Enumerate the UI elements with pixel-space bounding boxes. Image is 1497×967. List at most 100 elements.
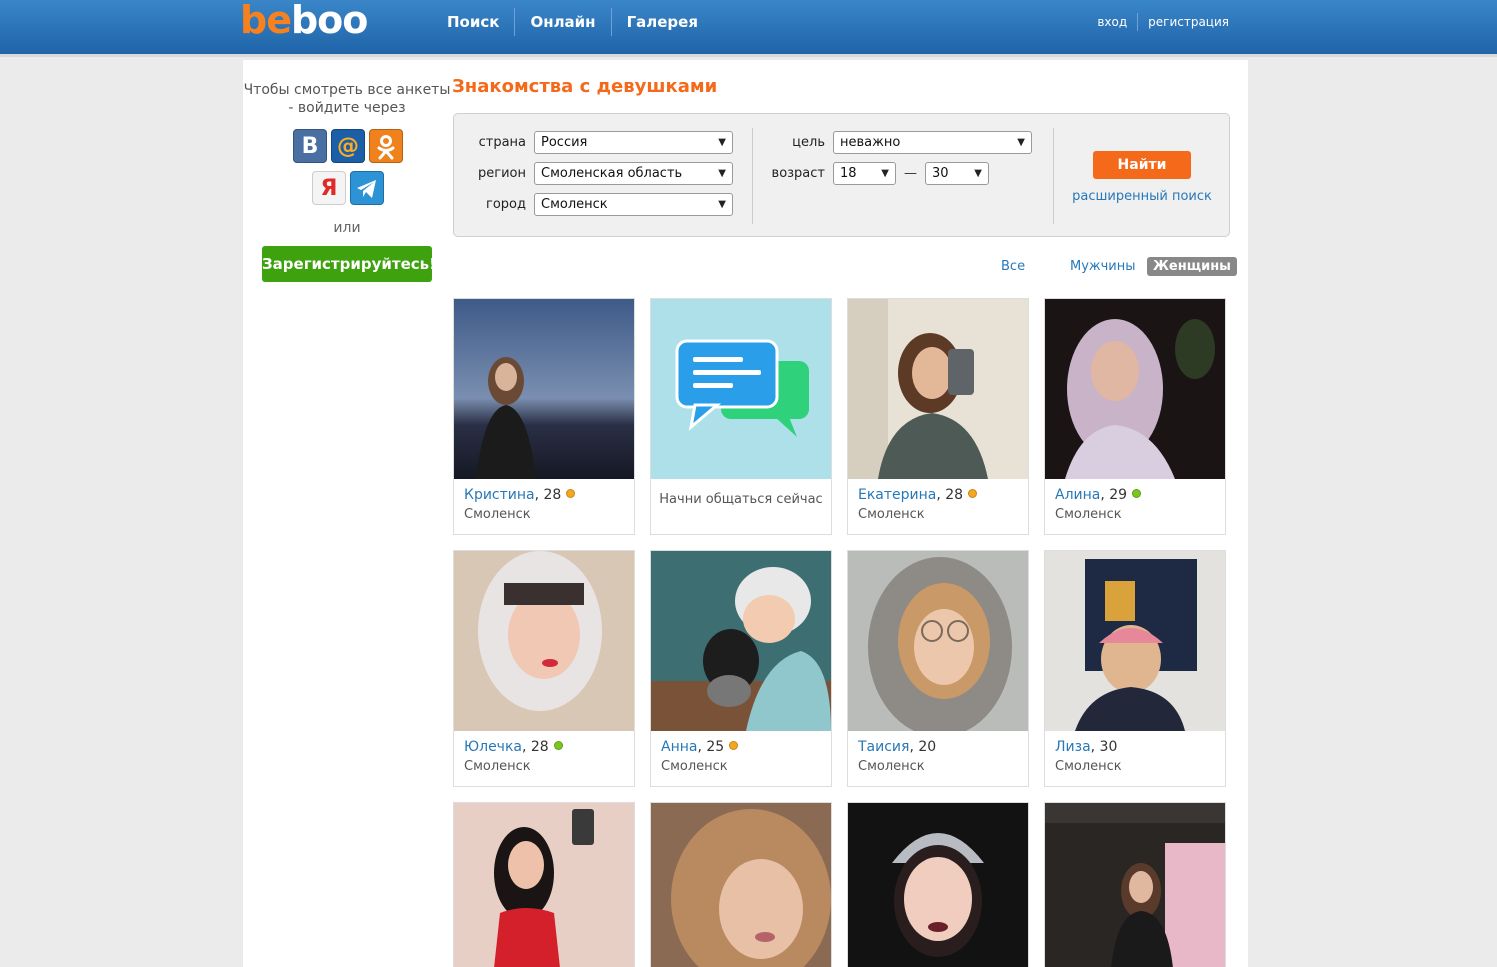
profile-photo-image (848, 551, 1028, 731)
profile-name-line: Кристина, 28 (464, 487, 576, 503)
profile-name-line: Лиза, 30 (1055, 739, 1118, 755)
profile-card[interactable] (847, 802, 1029, 967)
profile-name[interactable]: Екатерина (858, 487, 936, 503)
profile-card[interactable]: Алина, 29 Смоленск (1044, 298, 1226, 535)
profile-photo[interactable] (651, 803, 831, 967)
profile-photo[interactable] (848, 551, 1028, 731)
goal-label: цель (792, 135, 825, 150)
profile-name[interactable]: Таисия (858, 739, 909, 755)
profile-photo[interactable] (848, 299, 1028, 479)
profile-photo[interactable] (454, 299, 634, 479)
promo-text: Начни общаться сейчас (659, 492, 823, 507)
filter-all[interactable]: Все (1001, 259, 1025, 274)
profile-name[interactable]: Юлечка (464, 739, 522, 755)
chevron-down-icon: ▼ (974, 168, 982, 179)
profile-name[interactable]: Алина (1055, 487, 1100, 503)
profile-card[interactable]: Екатерина, 28 Смоленск (847, 298, 1029, 535)
nav-search[interactable]: Поиск (432, 8, 514, 36)
chat-bubbles-icon (675, 339, 809, 437)
profile-city: Смоленск (1055, 507, 1122, 522)
vk-login-button[interactable]: В (293, 129, 327, 163)
profile-name-line: Юлечка, 28 (464, 739, 563, 755)
profile-city: Смоленск (858, 759, 925, 774)
profile-photo-image (454, 551, 634, 731)
profile-card[interactable] (650, 802, 832, 967)
page-title: Знакомства с девушками (452, 76, 718, 97)
divider (1053, 128, 1054, 224)
profile-card[interactable]: Анна, 25 Смоленск (650, 550, 832, 787)
profile-card[interactable]: Таисия, 20 Смоленск (847, 550, 1029, 787)
ok-icon (377, 135, 395, 160)
profile-photo[interactable] (454, 803, 634, 967)
profile-photo[interactable] (454, 551, 634, 731)
logo-text: beboo (240, 0, 368, 42)
chat-illustration (651, 299, 831, 479)
age-to-select[interactable]: 30 ▼ (925, 162, 989, 185)
nav-online[interactable]: Онлайн (514, 8, 610, 36)
divider (752, 128, 753, 224)
city-select[interactable]: Смоленск ▼ (534, 193, 733, 216)
yandex-login-button[interactable]: Я (312, 171, 346, 205)
country-row: страна Россия ▼ (472, 131, 733, 154)
profile-card[interactable] (1044, 802, 1226, 967)
profile-city: Смоленск (1055, 759, 1122, 774)
site-logo[interactable]: beboo (240, 0, 370, 50)
telegram-login-button[interactable] (350, 171, 384, 205)
goal-row: цель неважно ▼ (770, 131, 1032, 154)
register-link[interactable]: регистрация (1137, 13, 1239, 31)
status-dot (1132, 489, 1142, 498)
status-dot (968, 489, 978, 498)
telegram-icon (357, 180, 376, 198)
age-from-select[interactable]: 18 ▼ (833, 162, 896, 185)
profile-photo-image (1045, 551, 1225, 731)
profile-card[interactable] (453, 802, 635, 967)
chevron-down-icon: ▼ (718, 137, 726, 148)
profile-name[interactable]: Лиза (1055, 739, 1091, 755)
find-button[interactable]: Найти (1093, 151, 1191, 179)
profile-name-line: Алина, 29 (1055, 487, 1142, 503)
age-label: возраст (771, 166, 825, 181)
auth-links: вход регистрация (1087, 13, 1239, 31)
profile-photo-image (454, 299, 634, 479)
region-label: регион (478, 166, 526, 181)
profile-photo[interactable] (1045, 551, 1225, 731)
or-separator: или (333, 220, 361, 236)
status-dot (553, 741, 563, 750)
country-select[interactable]: Россия ▼ (534, 131, 733, 154)
profile-photo[interactable] (651, 551, 831, 731)
country-label: страна (478, 135, 526, 150)
region-row: регион Смоленская область ▼ (472, 162, 733, 185)
profile-photo-image (651, 551, 831, 731)
profile-photo[interactable] (848, 803, 1028, 967)
nav-gallery[interactable]: Галерея (610, 8, 713, 36)
profile-name[interactable]: Кристина (464, 487, 535, 503)
profile-name-line: Анна, 25 (661, 739, 739, 755)
login-link[interactable]: вход (1087, 13, 1137, 31)
chevron-down-icon: ▼ (718, 199, 726, 210)
advanced-search-link[interactable]: расширенный поиск (1054, 189, 1230, 204)
register-button[interactable]: Зарегистрируйтесь! (262, 246, 436, 282)
promo-card[interactable]: Начни общаться сейчас (650, 298, 832, 535)
profile-photo[interactable] (1045, 803, 1225, 967)
profile-card[interactable]: Юлечка, 28 Смоленск (453, 550, 635, 787)
profile-photo[interactable] (1045, 299, 1225, 479)
profile-photo-image (848, 299, 1028, 479)
region-select[interactable]: Смоленская область ▼ (534, 162, 733, 185)
filter-men[interactable]: Мужчины (1070, 259, 1136, 274)
main-nav: Поиск Онлайн Галерея (432, 8, 713, 36)
profile-name[interactable]: Анна (661, 739, 697, 755)
content-panel: Чтобы смотреть все анкеты - войдите чере… (243, 60, 1248, 967)
age-row: возраст 18 ▼ — 30 ▼ (770, 162, 989, 185)
profile-city: Смоленск (858, 507, 925, 522)
mailru-login-button[interactable]: @ (331, 129, 365, 163)
profile-card[interactable]: Лиза, 30 Смоленск (1044, 550, 1226, 787)
status-dot (566, 489, 576, 498)
filter-women[interactable]: Женщины (1147, 257, 1237, 276)
city-label: город (486, 197, 526, 212)
odnoklassniki-login-button[interactable] (369, 129, 403, 163)
login-hint: Чтобы смотреть все анкеты - войдите чере… (243, 82, 451, 116)
goal-select[interactable]: неважно ▼ (833, 131, 1032, 154)
chevron-down-icon: ▼ (1017, 137, 1025, 148)
city-row: город Смоленск ▼ (472, 193, 733, 216)
profile-card[interactable]: Кристина, 28 Смоленск (453, 298, 635, 535)
